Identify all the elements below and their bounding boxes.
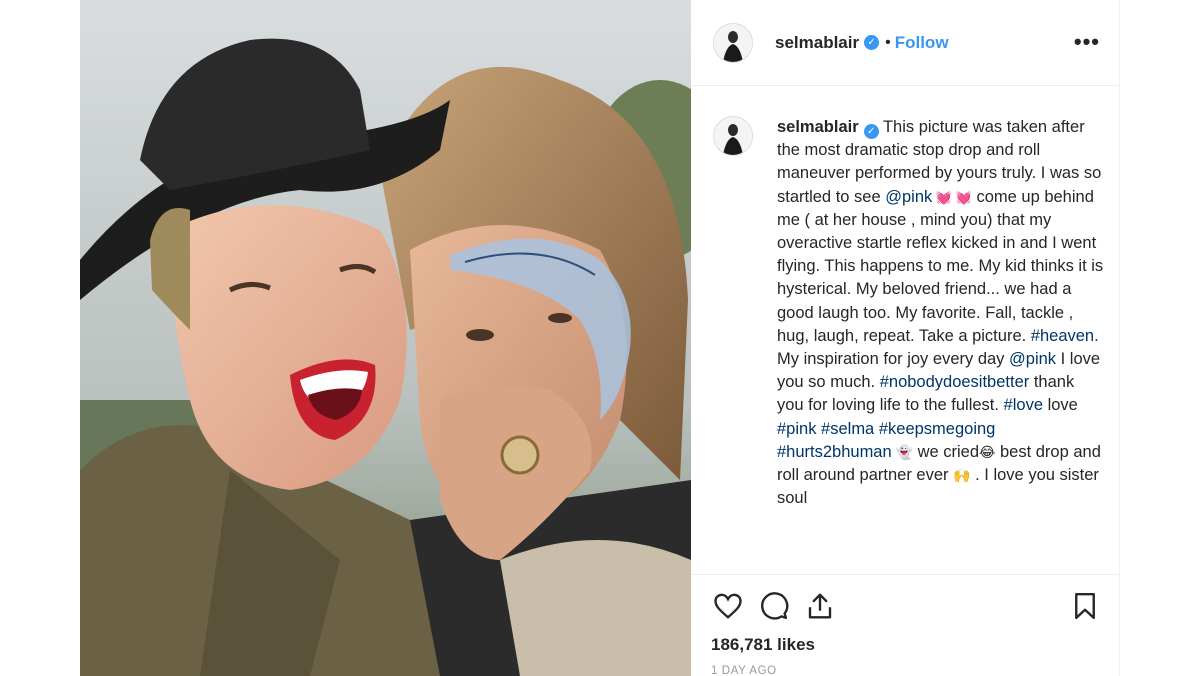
caption-username[interactable]: selmablair xyxy=(777,118,859,136)
post-header: selmablair ✓ • Follow ••• xyxy=(691,0,1120,86)
caption-text-segment: we cried xyxy=(913,442,980,461)
hashtag-link[interactable]: #love xyxy=(1004,396,1043,414)
hashtag-link[interactable]: #pink xyxy=(777,420,816,438)
follow-button[interactable]: Follow xyxy=(895,33,949,53)
hashtag-link[interactable]: #selma xyxy=(821,420,874,438)
like-count[interactable]: 186,781 likes xyxy=(711,635,1102,655)
hashtag-link[interactable]: #heaven xyxy=(1031,327,1094,345)
post-timestamp[interactable]: 1 DAY AGO xyxy=(711,665,1102,676)
comment-bubble-icon[interactable] xyxy=(757,589,791,623)
emoji: 🙌 xyxy=(953,467,971,484)
header-username[interactable]: selmablair xyxy=(775,33,859,53)
caption-area: selmablair ✓ This picture was taken after… xyxy=(691,86,1120,574)
caption-avatar[interactable] xyxy=(713,116,753,156)
post-details-panel: selmablair ✓ • Follow ••• selmablair ✓ Th… xyxy=(691,0,1120,676)
hashtag-link[interactable]: #nobodydoesitbetter xyxy=(880,373,1030,391)
share-upload-icon[interactable] xyxy=(803,589,837,623)
mention-link[interactable]: @pink xyxy=(885,188,932,206)
more-options-icon[interactable]: ••• xyxy=(1074,29,1100,55)
post-caption: selmablair ✓ This picture was taken after… xyxy=(777,116,1104,574)
mention-link[interactable]: @pink xyxy=(1009,350,1056,368)
avatar-image xyxy=(714,23,752,62)
action-icon-row xyxy=(711,589,1102,623)
verified-badge-icon: ✓ xyxy=(864,35,880,50)
post-actions: 186,781 likes 1 DAY AGO xyxy=(691,574,1120,676)
caption-avatar-image xyxy=(714,117,752,155)
heart-emoji: 💓 💓 xyxy=(932,189,972,205)
caption-text: This picture was taken after the most dr… xyxy=(777,118,1103,507)
hashtag-link[interactable]: #keepsmegoing xyxy=(879,420,996,438)
instagram-post-embed: selmablair ✓ • Follow ••• selmablair ✓ Th… xyxy=(0,0,1200,676)
avatar[interactable] xyxy=(713,22,753,63)
separator-dot: • xyxy=(885,33,891,51)
hashtag-link[interactable]: #hurts2bhuman xyxy=(777,443,892,461)
caption-text-segment: come up behind me ( at her house , mind … xyxy=(777,187,1104,345)
caption-verified-badge-icon: ✓ xyxy=(863,124,879,140)
heart-icon[interactable] xyxy=(711,589,745,623)
post-photo-illustration xyxy=(80,0,691,676)
bookmark-icon[interactable] xyxy=(1068,589,1102,623)
caption-text-segment: love xyxy=(1043,396,1078,415)
post-photo[interactable] xyxy=(80,0,691,676)
emoji: 😂 xyxy=(979,443,996,460)
emoji: 👻 xyxy=(891,443,913,460)
